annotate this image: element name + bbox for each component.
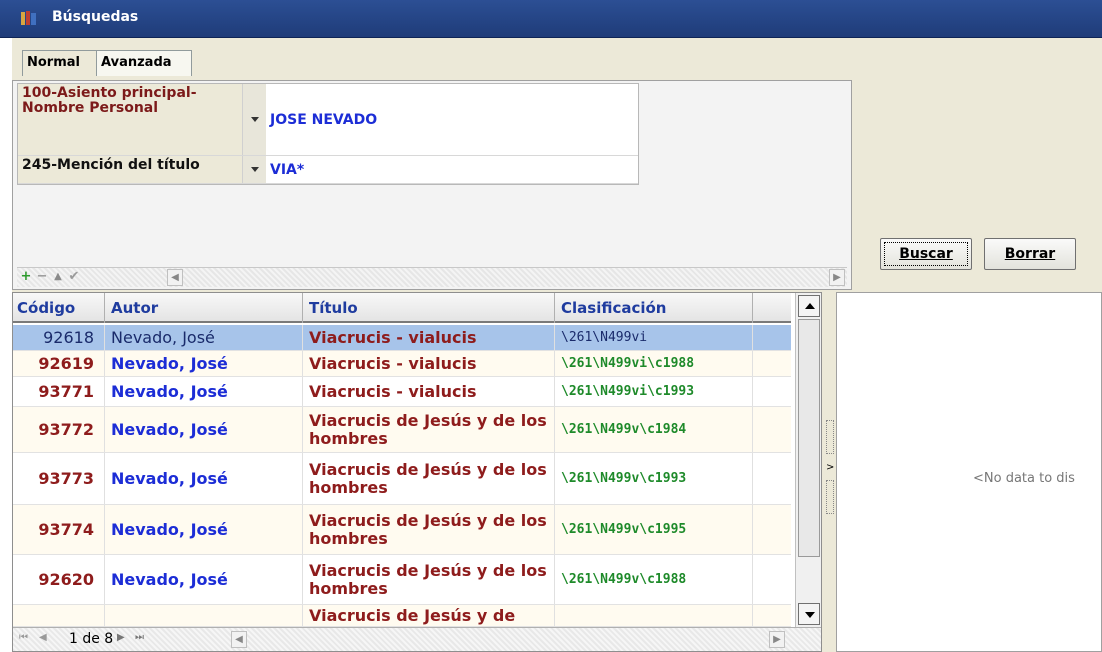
cell-titulo: Viacrucis - vialucis bbox=[305, 351, 555, 376]
table-row[interactable]: Viacrucis de Jesús y de bbox=[13, 605, 791, 627]
cell-autor: Nevado, José bbox=[107, 325, 303, 350]
criteria-panel: 100-Asiento principal-Nombre Personal JO… bbox=[12, 80, 852, 290]
scroll-up-button[interactable] bbox=[798, 295, 820, 317]
cell-codigo: 92619 bbox=[13, 351, 105, 376]
panel-splitter[interactable]: > bbox=[824, 292, 836, 652]
cell-codigo: 93774 bbox=[13, 505, 105, 554]
tab-normal[interactable]: Normal bbox=[22, 50, 106, 76]
chevron-down-icon bbox=[250, 117, 259, 122]
scroll-down-button[interactable] bbox=[798, 603, 820, 625]
grid-header: Código Autor Título Clasificación bbox=[13, 293, 791, 323]
next-page-icon[interactable]: ▶ bbox=[117, 632, 125, 643]
cell-clasificacion: \261\N499vi\c1993 bbox=[557, 377, 753, 406]
move-up-icon[interactable]: ▲ bbox=[51, 270, 65, 284]
cell-codigo: 93773 bbox=[13, 453, 105, 504]
cell-codigo: 93771 bbox=[13, 377, 105, 406]
vertical-scrollbar[interactable] bbox=[795, 293, 821, 629]
cell-autor: Nevado, José bbox=[107, 505, 303, 554]
cell-autor bbox=[107, 605, 303, 626]
table-row[interactable]: 93774 Nevado, José Viacrucis de Jesús y … bbox=[13, 505, 791, 555]
cell-titulo: Viacrucis - vialucis bbox=[305, 377, 555, 406]
column-header-clasificacion[interactable]: Clasificación bbox=[557, 293, 753, 323]
table-row[interactable]: 92619 Nevado, José Viacrucis - vialucis … bbox=[13, 351, 791, 377]
splitter-grip[interactable] bbox=[826, 420, 834, 454]
page-info: 1 de 8 bbox=[69, 631, 114, 647]
criteria-field-label: 100-Asiento principal-Nombre Personal bbox=[18, 84, 258, 155]
table-row[interactable]: 93771 Nevado, José Viacrucis - vialucis … bbox=[13, 377, 791, 407]
table-row[interactable]: 93773 Nevado, José Viacrucis de Jesús y … bbox=[13, 453, 791, 505]
search-button[interactable]: Buscar bbox=[880, 238, 972, 270]
tab-avanzada[interactable]: Avanzada bbox=[96, 50, 192, 76]
cell-clasificacion: \261\N499v\c1993 bbox=[557, 453, 753, 504]
criteria-field-label: 245-Mención del título bbox=[18, 156, 258, 183]
column-header-autor[interactable]: Autor bbox=[107, 293, 303, 323]
criteria-row[interactable]: 245-Mención del título VIA* bbox=[18, 156, 638, 184]
first-page-icon[interactable]: ⏮ bbox=[19, 632, 28, 643]
grid-pager: ⏮ ◀ 1 de 8 ▶ ⏭ ◀ ▶ bbox=[13, 627, 821, 651]
cell-clasificacion bbox=[557, 605, 753, 626]
cell-clasificacion: \261\N499vi\c1988 bbox=[557, 351, 753, 376]
cell-titulo: Viacrucis de Jesús y de los hombres bbox=[305, 407, 555, 452]
criteria-value[interactable]: VIA* bbox=[270, 156, 304, 183]
cell-titulo: Viacrucis de Jesús y de los hombres bbox=[305, 505, 555, 554]
table-row[interactable]: 93772 Nevado, José Viacrucis de Jesús y … bbox=[13, 407, 791, 453]
check-icon[interactable]: ✔ bbox=[67, 270, 81, 284]
cell-titulo: Viacrucis - vialucis bbox=[305, 325, 555, 350]
prev-page-icon[interactable]: ◀ bbox=[39, 632, 47, 643]
cell-titulo: Viacrucis de Jesús y de bbox=[305, 605, 555, 626]
field-dropdown-button[interactable] bbox=[242, 156, 266, 183]
cell-codigo: 92618 bbox=[13, 325, 105, 350]
cell-clasificacion: \261\N499v\c1995 bbox=[557, 505, 753, 554]
criteria-toolbar: + − ▲ ✔ ◀ ▶ bbox=[17, 267, 847, 287]
cell-codigo bbox=[13, 605, 105, 626]
column-header-codigo[interactable]: Código bbox=[13, 293, 105, 323]
table-row[interactable]: 92620 Nevado, José Viacrucis de Jesús y … bbox=[13, 555, 791, 605]
scroll-left-button[interactable]: ◀ bbox=[231, 631, 247, 648]
window-title-bar: Búsquedas bbox=[0, 0, 1102, 38]
cell-autor: Nevado, José bbox=[107, 377, 303, 406]
field-dropdown-button[interactable] bbox=[242, 84, 266, 155]
cell-clasificacion: \261\N499vi bbox=[557, 325, 753, 350]
last-page-icon[interactable]: ⏭ bbox=[135, 632, 144, 643]
cell-codigo: 93772 bbox=[13, 407, 105, 452]
scroll-right-button[interactable]: ▶ bbox=[769, 631, 785, 648]
cell-autor: Nevado, José bbox=[107, 555, 303, 604]
window-title: Búsquedas bbox=[52, 9, 139, 25]
chevron-down-icon bbox=[250, 167, 259, 172]
cell-autor: Nevado, José bbox=[107, 351, 303, 376]
add-icon[interactable]: + bbox=[19, 270, 33, 284]
scroll-thumb[interactable] bbox=[798, 319, 820, 557]
cell-titulo: Viacrucis de Jesús y de los hombres bbox=[305, 555, 555, 604]
criteria-row[interactable]: 100-Asiento principal-Nombre Personal JO… bbox=[18, 84, 638, 156]
books-icon bbox=[21, 11, 36, 25]
criteria-grid: 100-Asiento principal-Nombre Personal JO… bbox=[17, 83, 639, 185]
arrow-down-icon bbox=[805, 612, 815, 618]
scroll-right-button[interactable]: ▶ bbox=[829, 269, 845, 286]
splitter-grip[interactable] bbox=[826, 480, 834, 514]
cell-titulo: Viacrucis de Jesús y de los hombres bbox=[305, 453, 555, 504]
arrow-up-icon bbox=[805, 303, 815, 309]
table-row[interactable]: 92618 Nevado, José Viacrucis - vialucis … bbox=[13, 325, 791, 351]
cell-autor: Nevado, José bbox=[107, 407, 303, 452]
scroll-left-button[interactable]: ◀ bbox=[167, 269, 183, 286]
chevron-right-icon[interactable]: > bbox=[826, 462, 834, 473]
remove-icon[interactable]: − bbox=[35, 270, 49, 284]
results-grid: Código Autor Título Clasificación 92618 … bbox=[12, 292, 822, 652]
cell-clasificacion: \261\N499v\c1984 bbox=[557, 407, 753, 452]
no-data-message: <No data to dis bbox=[973, 471, 1075, 486]
cell-codigo: 92620 bbox=[13, 555, 105, 604]
clear-button[interactable]: Borrar bbox=[984, 238, 1076, 270]
detail-panel: <No data to dis bbox=[836, 292, 1102, 652]
cell-clasificacion: \261\N499v\c1988 bbox=[557, 555, 753, 604]
column-header-titulo[interactable]: Título bbox=[305, 293, 555, 323]
criteria-value[interactable]: JOSE NEVADO bbox=[270, 84, 377, 155]
cell-autor: Nevado, José bbox=[107, 453, 303, 504]
